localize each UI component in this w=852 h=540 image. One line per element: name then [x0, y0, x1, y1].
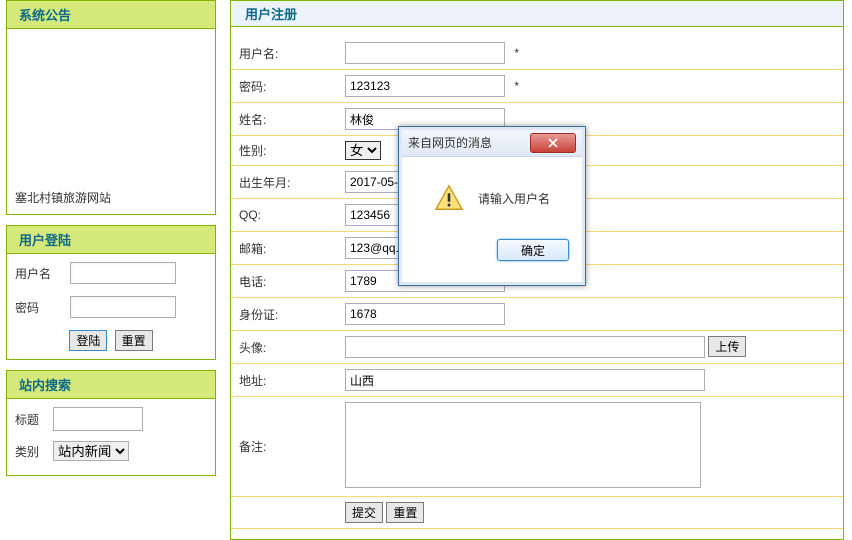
warning-icon	[434, 183, 464, 213]
dialog-title-text: 来自网页的消息	[408, 130, 492, 156]
dialog-overlay: 来自网页的消息 请输入用户名 确定	[0, 0, 852, 515]
dialog-titlebar[interactable]: 来自网页的消息	[402, 130, 582, 157]
dialog-body: 请输入用户名	[399, 157, 585, 239]
close-icon	[548, 138, 558, 148]
alert-dialog: 来自网页的消息 请输入用户名 确定	[398, 126, 586, 286]
dialog-message: 请输入用户名	[478, 190, 550, 207]
dialog-ok-button[interactable]: 确定	[497, 239, 569, 261]
dialog-close-button[interactable]	[530, 133, 576, 153]
